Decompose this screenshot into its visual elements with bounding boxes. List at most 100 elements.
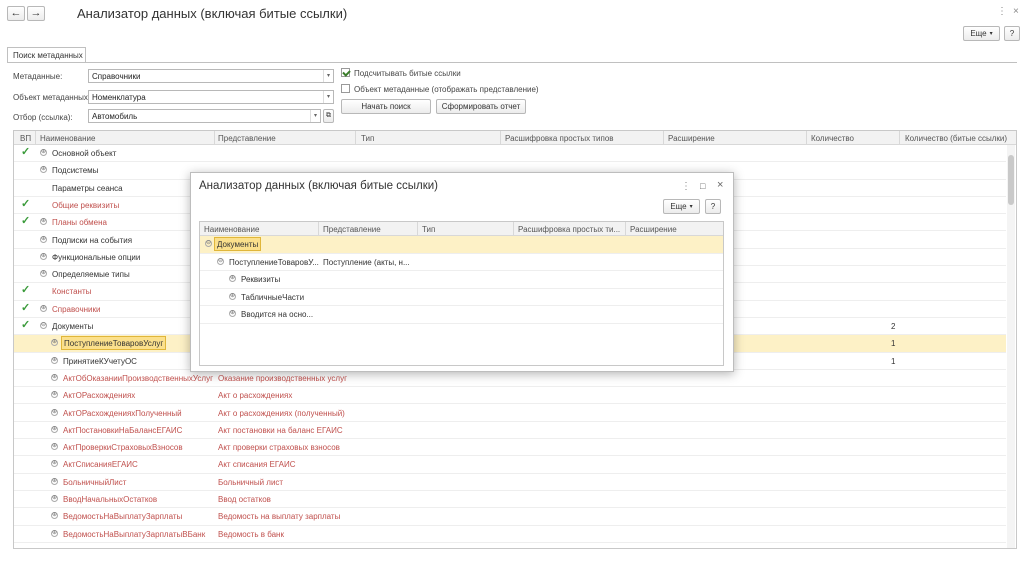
row-name: АктПостановкиНаБалансЕГАИС: [63, 425, 183, 435]
table-row[interactable]: ⊕ АктПостановкиНаБалансЕГАИС Акт постановк…: [14, 422, 1006, 440]
table-row[interactable]: ⊕ АктСписанияЕГАИС Акт списания ЕГАИС: [14, 456, 1006, 474]
tree-row[interactable]: ⊕ ТабличныеЧасти: [200, 289, 723, 306]
expand-icon[interactable]: ⊕: [51, 477, 58, 485]
back-button[interactable]: ←: [7, 6, 25, 21]
more-actions-icon[interactable]: ⋮: [997, 6, 1007, 17]
dropdown-icon[interactable]: ▾: [310, 110, 320, 122]
object-field[interactable]: Номенклатура ▾: [88, 90, 334, 104]
col-count-broken[interactable]: Количество (битые ссылки): [905, 134, 1007, 143]
check-icon: ✓: [21, 146, 31, 158]
row-name: Основной объект: [52, 149, 117, 158]
row-repr: Ведомость на выплату зарплаты: [218, 512, 341, 522]
expand-icon[interactable]: ⊕: [51, 460, 58, 468]
expand-icon[interactable]: ⊕: [40, 149, 47, 156]
expand-icon[interactable]: ⊕: [51, 408, 58, 416]
col-repr[interactable]: Представление: [218, 134, 276, 143]
dropdown-icon[interactable]: ▾: [323, 91, 333, 103]
tree-name: Вводится на осно...: [241, 310, 314, 319]
help-button[interactable]: ?: [1004, 26, 1020, 41]
count-broken-checkbox[interactable]: [341, 68, 350, 77]
table-row[interactable]: ✓ ⊕ Основной объект: [14, 145, 1006, 163]
expand-icon[interactable]: ⊕: [51, 512, 58, 520]
expand-icon[interactable]: ⊖: [217, 257, 224, 265]
tree-row[interactable]: ⊖ ПоступлениеТоваровУ... Поступление (акты…: [200, 254, 723, 271]
col-name[interactable]: Наименование: [40, 134, 95, 143]
more-button[interactable]: Еще ▾: [963, 26, 1000, 41]
expand-icon[interactable]: ⊕: [40, 166, 47, 174]
dialog-close-icon[interactable]: ×: [717, 179, 723, 191]
tree-row[interactable]: ⊖ Документы: [200, 236, 723, 254]
tree-row[interactable]: ⊕ Вводится на осно...: [200, 306, 723, 324]
col-count[interactable]: Количество: [811, 134, 854, 143]
expand-icon[interactable]: ⊕: [51, 495, 58, 502]
row-count: 2: [891, 322, 896, 331]
expand-icon[interactable]: ⊕: [229, 275, 236, 282]
check-icon: ✓: [21, 284, 31, 297]
tab-metadata-search[interactable]: Поиск метаданных: [7, 47, 86, 63]
filter-value: Автомобиль: [92, 112, 138, 121]
row-name: БольничныйЛист: [63, 477, 127, 487]
dcol-repr[interactable]: Представление: [323, 225, 381, 234]
chevron-down-icon: ▾: [689, 204, 693, 210]
table-row[interactable]: ⊕ АктОбОказанииПроизводственныхУслуг Оказа…: [14, 370, 1006, 388]
row-name: Константы: [52, 287, 92, 297]
expand-icon[interactable]: ⊕: [51, 391, 58, 399]
forward-button[interactable]: →: [27, 6, 45, 21]
col-vp[interactable]: ВП: [20, 134, 31, 143]
metadata-value: Справочники: [92, 72, 141, 81]
expand-icon[interactable]: ⊕: [229, 292, 236, 300]
expand-icon[interactable]: ⊕: [51, 529, 58, 537]
col-extension[interactable]: Расширение: [668, 134, 715, 143]
expand-icon[interactable]: ⊕: [40, 235, 47, 243]
scroll-thumb[interactable]: [1008, 155, 1014, 205]
expand-icon[interactable]: ⊕: [40, 252, 47, 260]
close-icon[interactable]: ×: [1013, 6, 1019, 17]
scrollbar[interactable]: [1007, 145, 1015, 548]
row-name: ВводНачальныхОстатков: [63, 495, 158, 504]
dcol-name[interactable]: Наименование: [204, 225, 259, 234]
dropdown-icon[interactable]: ▾: [323, 70, 333, 82]
table-row[interactable]: ⊕ АктПроверкиСтраховыхВзносов Акт проверки…: [14, 439, 1006, 457]
row-count: 1: [891, 356, 896, 366]
filter-label: Отбор (ссылка):: [13, 113, 73, 122]
table-row[interactable]: ⊕ АктОРасхожденияхПолученный Акт о расхожд…: [14, 405, 1006, 422]
make-report-button[interactable]: Сформировать отчет: [436, 99, 526, 114]
metadata-field[interactable]: Справочники ▾: [88, 69, 334, 83]
table-row[interactable]: ⊕ ВедомостьНаВыплатуЗарплаты Ведомость на …: [14, 508, 1006, 526]
show-repr-checkbox[interactable]: [341, 84, 350, 93]
analyzer-dialog[interactable]: Анализатор данных (включая битые ссылки)…: [190, 172, 734, 372]
dialog-help-button[interactable]: ?: [705, 199, 721, 214]
expand-icon[interactable]: ⊕: [40, 304, 47, 312]
filter-field[interactable]: Автомобиль ▾: [88, 109, 321, 123]
col-simple-types[interactable]: Расшифровка простых типов: [505, 134, 614, 143]
expand-icon[interactable]: ⊕: [51, 425, 58, 433]
row-name: Общие реквизиты: [52, 200, 120, 210]
expand-icon[interactable]: ⊕: [51, 443, 58, 451]
dialog-more-icon[interactable]: ⋮: [681, 181, 691, 192]
dialog-more-button[interactable]: Еще ▾: [663, 199, 700, 214]
expand-icon[interactable]: ⊕: [229, 310, 236, 317]
maximize-icon[interactable]: □: [700, 181, 705, 191]
table-row[interactable]: ⊕ ВедомостьНаВыплатуЗарплатыВБанк Ведомост…: [14, 526, 1006, 543]
dcol-simple-types[interactable]: Расшифровка простых ти...: [518, 225, 620, 234]
dcol-extension[interactable]: Расширение: [630, 225, 677, 234]
table-row[interactable]: ⊕ АктОРасхождениях Акт о расхождениях: [14, 387, 1006, 405]
row-name: АктОРасхожденияхПолученный: [63, 408, 182, 418]
tree-name: ПоступлениеТоваровУ...: [229, 257, 319, 267]
expand-icon[interactable]: ⊕: [51, 356, 58, 364]
expand-icon[interactable]: ⊕: [51, 373, 58, 381]
expand-icon[interactable]: ⊖: [205, 240, 212, 247]
table-row[interactable]: ⊕ ВводНачальныхОстатков Ввод остатков: [14, 491, 1006, 509]
expand-icon[interactable]: ⊖: [40, 322, 47, 329]
tree-row[interactable]: ⊕ Реквизиты: [200, 271, 723, 289]
tree-repr: Поступление (акты, н...: [323, 257, 410, 267]
start-search-button[interactable]: Начать поиск: [341, 99, 431, 114]
dcol-type[interactable]: Тип: [422, 225, 435, 234]
open-icon[interactable]: ⧉: [323, 109, 334, 123]
expand-icon[interactable]: ⊕: [51, 339, 58, 347]
table-row[interactable]: ⊕ БольничныйЛист Больничный лист: [14, 474, 1006, 491]
dialog-tree-grid[interactable]: Наименование Представление Тип Расшифров…: [199, 221, 724, 366]
expand-icon[interactable]: ⊕: [40, 270, 47, 278]
expand-icon[interactable]: ⊕: [40, 218, 47, 226]
col-type[interactable]: Тип: [361, 134, 374, 143]
